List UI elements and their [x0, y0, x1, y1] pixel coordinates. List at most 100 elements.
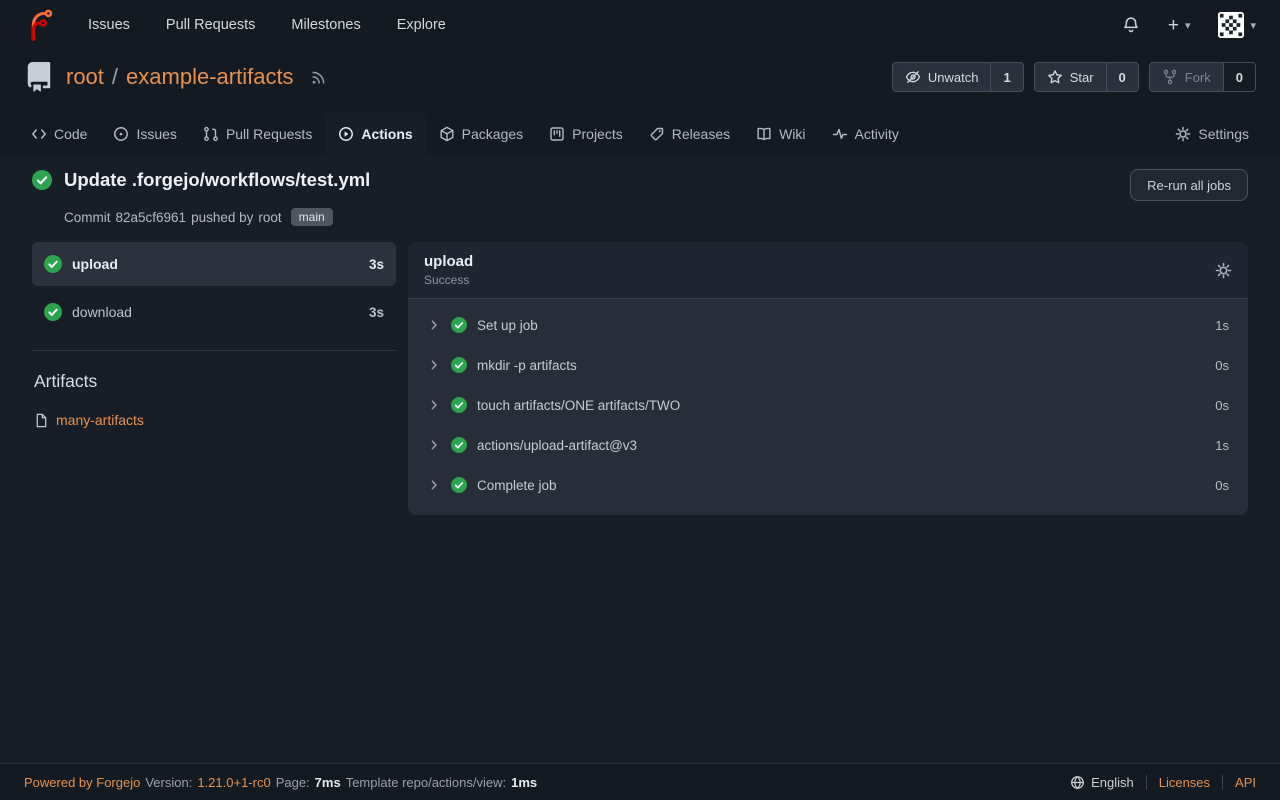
version-label: Version: [145, 775, 192, 790]
success-check-icon [44, 255, 62, 273]
job-options-button[interactable] [1215, 262, 1232, 279]
step-row-mkdir[interactable]: mkdir -p artifacts 0s [408, 345, 1248, 385]
tab-activity[interactable]: Activity [819, 112, 912, 155]
tab-label: Pull Requests [226, 126, 312, 142]
tab-actions[interactable]: Actions [325, 112, 425, 155]
step-row-set-up-job[interactable]: Set up job 1s [408, 305, 1248, 345]
unwatch-label: Unwatch [928, 70, 979, 85]
create-new-menu[interactable]: + ▾ [1168, 16, 1191, 35]
run-title: Update .forgejo/workflows/test.yml [64, 169, 370, 191]
commit-sha-link[interactable]: 82a5cf6961 [116, 210, 187, 225]
step-list: Set up job 1s mkdir -p artifacts 0s touc… [408, 299, 1248, 515]
licenses-link[interactable]: Licenses [1159, 775, 1210, 790]
api-link[interactable]: API [1235, 775, 1256, 790]
tab-releases[interactable]: Releases [636, 112, 743, 155]
tab-packages[interactable]: Packages [426, 112, 536, 155]
nav-pull-requests[interactable]: Pull Requests [166, 17, 255, 33]
chevron-down-icon: ▾ [1185, 19, 1191, 32]
job-detail-panel: upload Success Set up job 1s [408, 242, 1248, 515]
artifact-link-many-artifacts[interactable]: many-artifacts [34, 412, 396, 428]
repo-title-separator: / [112, 64, 118, 90]
code-icon [31, 126, 47, 142]
page-time-value: 7ms [315, 775, 341, 790]
star-label: Star [1070, 70, 1094, 85]
job-item-upload[interactable]: upload 3s [32, 242, 396, 286]
job-detail-status: Success [424, 273, 473, 287]
unwatch-button[interactable]: Unwatch [893, 63, 991, 91]
step-duration: 1s [1215, 318, 1229, 333]
settings-tools-icon [1175, 126, 1191, 142]
divider [1222, 775, 1223, 790]
job-detail-name: upload [424, 253, 473, 270]
actions-run-view: Update .forgejo/workflows/test.yml Re-ru… [0, 155, 1280, 763]
star-button[interactable]: Star [1035, 63, 1106, 91]
commit-label: Commit [64, 210, 111, 225]
gear-icon [1215, 262, 1232, 279]
tab-label: Wiki [779, 126, 805, 142]
issue-icon [113, 126, 129, 142]
notifications-button[interactable] [1122, 16, 1140, 34]
job-duration: 3s [369, 305, 384, 320]
divider [32, 350, 396, 351]
language-label: English [1091, 775, 1134, 790]
step-row-complete-job[interactable]: Complete job 0s [408, 465, 1248, 505]
repo-name-link[interactable]: example-artifacts [126, 64, 294, 90]
fork-label: Fork [1185, 70, 1211, 85]
tab-issues[interactable]: Issues [100, 112, 189, 155]
forgejo-logo[interactable] [24, 7, 56, 43]
step-duration: 1s [1215, 438, 1229, 453]
version-link[interactable]: 1.21.0+1-rc0 [197, 775, 270, 790]
play-circle-icon [338, 126, 354, 142]
tab-projects[interactable]: Projects [536, 112, 636, 155]
file-icon [34, 413, 49, 428]
step-row-upload-artifact[interactable]: actions/upload-artifact@v3 1s [408, 425, 1248, 465]
powered-by-link[interactable]: Powered by Forgejo [24, 775, 140, 790]
tab-label: Projects [572, 126, 623, 142]
chevron-right-icon [427, 398, 441, 412]
job-detail-header: upload Success [408, 242, 1248, 299]
stars-count[interactable]: 0 [1106, 63, 1138, 91]
nav-milestones[interactable]: Milestones [291, 17, 360, 33]
package-icon [439, 126, 455, 142]
eye-slash-icon [905, 69, 921, 85]
repo-icon [24, 62, 54, 92]
tab-pull-requests[interactable]: Pull Requests [190, 112, 325, 155]
watchers-count[interactable]: 1 [990, 63, 1022, 91]
nav-explore[interactable]: Explore [397, 17, 446, 33]
commit-author-link[interactable]: root [258, 210, 281, 225]
job-item-download[interactable]: download 3s [32, 290, 396, 334]
forks-count[interactable]: 0 [1223, 63, 1255, 91]
step-row-touch-artifacts[interactable]: touch artifacts/ONE artifacts/TWO 0s [408, 385, 1248, 425]
step-duration: 0s [1215, 478, 1229, 493]
job-duration: 3s [369, 257, 384, 272]
pulse-icon [832, 126, 848, 142]
job-name: upload [72, 256, 359, 272]
language-selector[interactable]: English [1070, 775, 1134, 790]
plus-icon: + [1168, 16, 1179, 35]
job-list: upload 3s download 3s Artifacts [32, 242, 396, 428]
project-icon [549, 126, 565, 142]
repo-tabs: Code Issues Pull Requests Actions Packag… [0, 112, 1280, 155]
step-duration: 0s [1215, 398, 1229, 413]
chevron-right-icon [427, 318, 441, 332]
tab-code[interactable]: Code [18, 112, 100, 155]
rss-icon[interactable] [310, 69, 327, 86]
tab-settings[interactable]: Settings [1162, 112, 1262, 155]
success-check-icon [451, 317, 467, 333]
branch-badge[interactable]: main [291, 208, 333, 226]
chevron-down-icon: ▾ [1250, 19, 1256, 32]
nav-issues[interactable]: Issues [88, 17, 130, 33]
user-menu[interactable]: ▾ [1218, 12, 1256, 38]
forgejo-logo-icon [24, 7, 56, 43]
page-footer: Powered by Forgejo Version: 1.21.0+1-rc0… [0, 763, 1280, 800]
fork-button: Fork [1150, 63, 1223, 91]
repo-owner-link[interactable]: root [66, 64, 104, 90]
tab-wiki[interactable]: Wiki [743, 112, 818, 155]
step-name: actions/upload-artifact@v3 [477, 438, 1205, 453]
step-name: Set up job [477, 318, 1205, 333]
tab-label: Actions [361, 126, 412, 142]
avatar [1218, 12, 1244, 38]
step-name: Complete job [477, 478, 1205, 493]
rerun-all-jobs-button[interactable]: Re-run all jobs [1130, 169, 1248, 201]
tab-label: Activity [855, 126, 899, 142]
